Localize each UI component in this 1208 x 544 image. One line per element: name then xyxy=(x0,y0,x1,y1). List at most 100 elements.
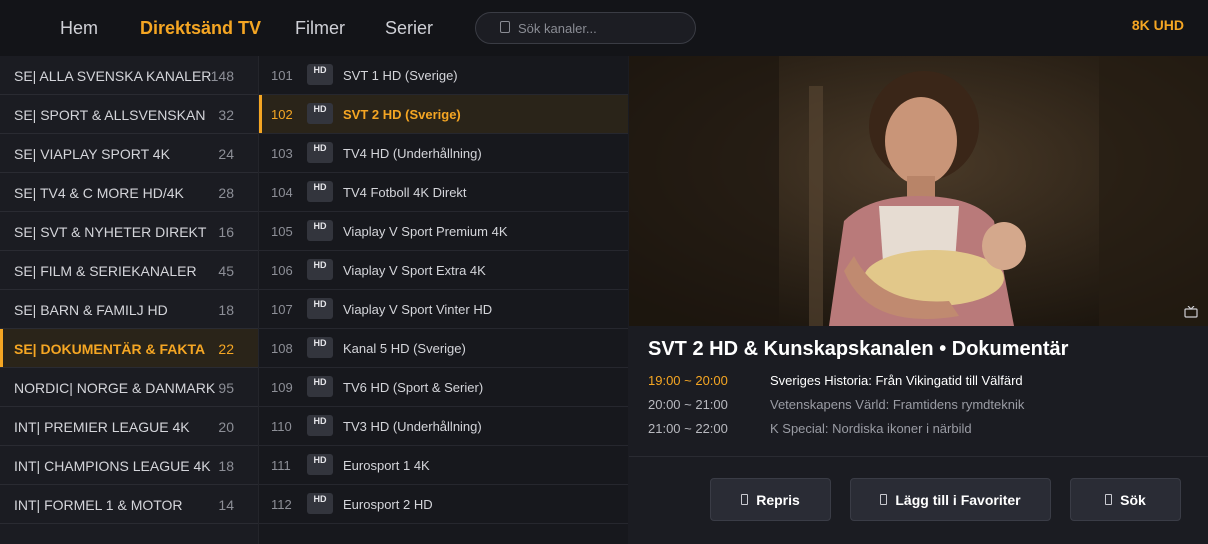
category-item[interactable]: INT| FORMEL 1 & MOTOR 14 xyxy=(0,485,258,524)
epg-time: 21:00 ~ 22:00 xyxy=(648,421,728,436)
quality-badge: 8K UHD xyxy=(1131,17,1184,33)
channel-item[interactable]: 110 HD TV3 HD (Underhållning) xyxy=(259,407,628,446)
category-count: 22 xyxy=(218,341,234,357)
category-list: SE| ALLA SVENSKA KANALER 148 SE| SPORT & A… xyxy=(0,56,258,544)
channel-item[interactable]: 104 HD TV4 Fotboll 4K Direkt xyxy=(259,173,628,212)
nav-item-hem[interactable]: Hem xyxy=(60,18,98,39)
channel-list: 101 HD SVT 1 HD (Sverige) 102 HD SVT 2 HD (Sv… xyxy=(258,56,628,544)
channel-item[interactable]: 109 HD TV6 HD (Sport & Serier) xyxy=(259,368,628,407)
nav-item-direktsand-tv[interactable]: Direktsänd TV xyxy=(140,18,261,39)
program-info-panel: SVT 2 HD & Kunskapskanalen • Dokumentär … xyxy=(629,326,1208,544)
search-input[interactable] xyxy=(518,18,688,38)
search-box[interactable] xyxy=(475,12,696,44)
channel-name: Viaplay V Sport Premium 4K xyxy=(343,224,508,239)
tv-icon xyxy=(1184,306,1198,318)
epg-time: 19:00 ~ 20:00 xyxy=(648,373,728,388)
category-name: NORDIC| NORGE & DANMARK xyxy=(14,380,216,396)
hd-badge: HD xyxy=(307,337,333,358)
category-count: 18 xyxy=(218,302,234,318)
category-name: SE| DOKUMENTÄR & FAKTA xyxy=(14,341,206,357)
channel-number: 111 xyxy=(271,458,291,473)
channel-item[interactable]: 108 HD Kanal 5 HD (Sverige) xyxy=(259,329,628,368)
channel-name: TV4 Fotboll 4K Direkt xyxy=(343,185,467,200)
add-favorite-button-label: Lägg till i Favoriter xyxy=(895,491,1021,508)
channel-number: 105 xyxy=(271,224,293,239)
category-count: 20 xyxy=(218,419,234,435)
category-item[interactable]: SE| ALLA SVENSKA KANALER 148 xyxy=(0,56,258,95)
hd-badge: HD xyxy=(307,142,333,163)
hd-badge: HD xyxy=(307,103,333,124)
category-count: 14 xyxy=(218,497,234,513)
category-count: 24 xyxy=(218,146,234,162)
category-item[interactable]: SE| TV4 & C MORE HD/4K 28 xyxy=(0,173,258,212)
heart-icon xyxy=(880,494,888,505)
repris-button[interactable]: Repris xyxy=(710,478,831,521)
top-navigation-bar: Hem Direktsänd TV Filmer Serier 8K UHD xyxy=(0,0,1208,56)
channel-item[interactable]: 107 HD Viaplay V Sport Vinter HD xyxy=(259,290,628,329)
channel-number: 102 xyxy=(271,107,293,122)
channel-name: Viaplay V Sport Vinter HD xyxy=(343,302,493,317)
hd-badge: HD xyxy=(307,493,333,514)
category-item[interactable]: SE| SPORT & ALLSVENSKAN 32 xyxy=(0,95,258,134)
channel-number: 106 xyxy=(271,263,293,278)
category-count: 28 xyxy=(218,185,234,201)
channel-item[interactable]: 105 HD Viaplay V Sport Premium 4K xyxy=(259,212,628,251)
channel-name: SVT 2 HD (Sverige) xyxy=(343,107,461,122)
category-count: 45 xyxy=(218,263,234,279)
channel-name: TV6 HD (Sport & Serier) xyxy=(343,380,484,395)
category-name: INT| FORMEL 1 & MOTOR xyxy=(14,497,183,513)
category-count: 95 xyxy=(218,380,234,396)
category-item[interactable]: NORDIC| NORGE & DANMARK 95 xyxy=(0,368,258,407)
nav-item-serier[interactable]: Serier xyxy=(385,18,433,39)
epg-title: Sveriges Historia: Från Vikingatid till … xyxy=(770,373,1023,388)
channel-name: Eurosport 1 4K xyxy=(343,458,430,473)
category-item[interactable]: INT| PREMIER LEAGUE 4K 20 xyxy=(0,407,258,446)
search-button-label: Sök xyxy=(1120,491,1146,508)
epg-time: 20:00 ~ 21:00 xyxy=(648,397,728,412)
channel-item[interactable]: 101 HD SVT 1 HD (Sverige) xyxy=(259,56,628,95)
nav-item-filmer[interactable]: Filmer xyxy=(295,18,345,39)
search-button[interactable]: Sök xyxy=(1070,478,1181,521)
category-count: 148 xyxy=(210,68,234,84)
category-item[interactable]: SE| FILM & SERIEKANALER 45 xyxy=(0,251,258,290)
channel-number: 112 xyxy=(271,497,292,512)
category-count: 16 xyxy=(218,224,234,240)
channel-item[interactable]: 106 HD Viaplay V Sport Extra 4K xyxy=(259,251,628,290)
category-item[interactable]: SE| DOKUMENTÄR & FAKTA 22 xyxy=(0,329,258,368)
hd-badge: HD xyxy=(307,298,333,319)
category-name: INT| CHAMPIONS LEAGUE 4K xyxy=(14,458,211,474)
hd-badge: HD xyxy=(307,259,333,280)
divider xyxy=(629,456,1208,457)
video-preview[interactable] xyxy=(629,56,1208,326)
category-name: SE| ALLA SVENSKA KANALER xyxy=(14,68,212,84)
category-name: SE| SPORT & ALLSVENSKAN xyxy=(14,107,206,123)
channel-item[interactable]: 112 HD Eurosport 2 HD xyxy=(259,485,628,524)
channel-number: 110 xyxy=(271,419,292,434)
category-count: 18 xyxy=(218,458,234,474)
video-frame-image xyxy=(629,56,1208,326)
add-favorite-button[interactable]: Lägg till i Favoriter xyxy=(850,478,1051,521)
channel-item[interactable]: 102 HD SVT 2 HD (Sverige) xyxy=(259,95,628,134)
channel-item[interactable]: 111 HD Eurosport 1 4K xyxy=(259,446,628,485)
category-item[interactable]: SE| BARN & FAMILJ HD 18 xyxy=(0,290,258,329)
category-name: SE| SVT & NYHETER DIREKT xyxy=(14,224,207,240)
program-title: SVT 2 HD & Kunskapskanalen • Dokumentär xyxy=(648,338,1069,360)
channel-number: 101 xyxy=(271,68,293,83)
category-name: SE| VIAPLAY SPORT 4K xyxy=(14,146,170,162)
channel-item[interactable]: 103 HD TV4 HD (Underhållning) xyxy=(259,134,628,173)
hd-badge: HD xyxy=(307,376,333,397)
category-name: SE| FILM & SERIEKANALER xyxy=(14,263,197,279)
category-item[interactable]: INT| CHAMPIONS LEAGUE 4K 18 xyxy=(0,446,258,485)
category-item[interactable]: SE| SVT & NYHETER DIREKT 16 xyxy=(0,212,258,251)
channel-name: Viaplay V Sport Extra 4K xyxy=(343,263,486,278)
channel-name: TV4 HD (Underhållning) xyxy=(343,146,482,161)
channel-number: 104 xyxy=(271,185,293,200)
epg-title: K Special: Nordiska ikoner i närbild xyxy=(770,421,972,436)
epg-title: Vetenskapens Värld: Framtidens rymdtekni… xyxy=(770,397,1025,412)
category-name: SE| BARN & FAMILJ HD xyxy=(14,302,168,318)
repris-button-label: Repris xyxy=(756,491,800,508)
channel-number: 109 xyxy=(271,380,293,395)
category-name: INT| PREMIER LEAGUE 4K xyxy=(14,419,190,435)
channel-name: Eurosport 2 HD xyxy=(343,497,433,512)
category-item[interactable]: SE| VIAPLAY SPORT 4K 24 xyxy=(0,134,258,173)
